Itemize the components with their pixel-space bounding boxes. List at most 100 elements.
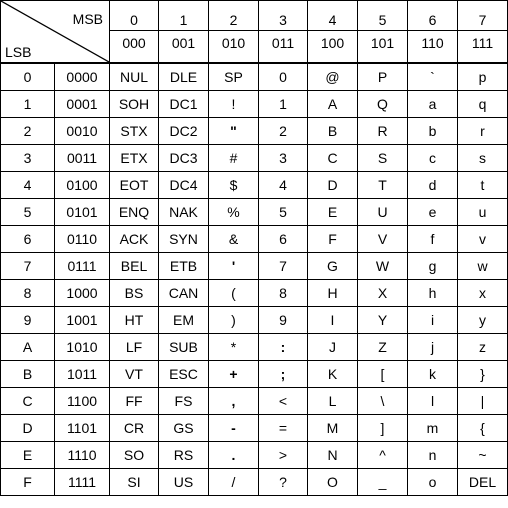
char-cell: R [357,117,408,145]
char-cell: = [258,414,308,442]
char-cell: STX [109,117,159,145]
char-cell: 8 [258,279,308,307]
row-header-bin: 0111 [54,252,110,280]
char-cell: " [208,117,259,145]
char-cell: L [307,387,358,415]
char-cell: 5 [258,198,308,226]
char-cell: ' [208,252,259,280]
char-cell: US [158,468,209,496]
row-header-bin: 1101 [54,414,110,442]
char-cell: 2 [258,117,308,145]
char-cell: ; [258,360,308,388]
column-header-bin: 001 [158,30,209,64]
char-cell: GS [158,414,209,442]
char-cell: 7 [258,252,308,280]
column-header-bin: 010 [208,30,259,64]
char-cell: DC3 [158,144,209,172]
char-cell: DC1 [158,90,209,118]
row-header-bin: 1000 [54,279,110,307]
char-cell: NAK [158,198,209,226]
row-header-hex: 7 [0,252,55,280]
table-row: C 1100 FF FS, < L \ l | [0,387,508,415]
char-cell: g [407,252,458,280]
row-header-hex: 1 [0,90,55,118]
char-cell: \ [357,387,408,415]
char-cell: < [258,387,308,415]
char-cell: a [407,90,458,118]
column-header-hex: 0 [109,0,159,31]
char-cell: ? [258,468,308,496]
char-cell: > [258,441,308,469]
char-cell: DC4 [158,171,209,199]
char-cell: . [208,441,259,469]
char-cell: e [407,198,458,226]
char-cell: S [357,144,408,172]
char-cell: LF [109,333,159,361]
char-cell: + [208,360,259,388]
char-cell: z [457,333,508,361]
column-header-bin: 011 [258,30,308,64]
row-header-bin: 1001 [54,306,110,334]
row-header-hex: A [0,333,55,361]
column-header-bin: 000 [109,30,159,64]
char-cell: k [407,360,458,388]
char-cell: O [307,468,358,496]
char-cell: I [307,306,358,334]
char-cell: M [307,414,358,442]
row-header-hex: 9 [0,306,55,334]
ascii-table: MSB LSB 01234567 000 001 010 011 100 101 110 11… [0,0,508,496]
char-cell: J [307,333,358,361]
char-cell: 1 [258,90,308,118]
char-cell: N [307,441,358,469]
table-row: E 1110 SO RS. > N ^ n ~ [0,441,508,469]
row-header-bin: 1111 [54,468,110,496]
char-cell: DEL [457,468,508,496]
row-header-hex: B [0,360,55,388]
row-header-bin: 0001 [54,90,110,118]
char-cell: 6 [258,225,308,253]
table-row: 1 0001 SOH DC1! 1 A Qa q [0,90,508,118]
header-row-hex: MSB LSB 01234567 [0,0,508,64]
char-cell: / [208,468,259,496]
char-cell: u [457,198,508,226]
char-cell: ESC [158,360,209,388]
char-cell: Y [357,306,408,334]
row-header-bin: 0011 [54,144,110,172]
char-cell: y [457,306,508,334]
char-cell: m [407,414,458,442]
char-cell: E [307,198,358,226]
char-cell: CAN [158,279,209,307]
row-header-bin: 0000 [54,62,110,91]
column-header-hex: 6 [407,0,458,31]
table-row: 4 0100 EOT DC4 $4 D Td t [0,171,508,199]
char-cell: ` [407,62,458,91]
char-cell: ETB [158,252,209,280]
char-cell: BEL [109,252,159,280]
char-cell: A [307,90,358,118]
row-header-bin: 1010 [54,333,110,361]
char-cell: 3 [258,144,308,172]
corner-cell: MSB LSB [0,0,110,64]
char-cell: o [407,468,458,496]
table-row: 0 0000 NUL DLE SP 0 @ P ` p [0,62,508,91]
char-cell: % [208,198,259,226]
row-header-hex: 3 [0,144,55,172]
row-header-bin: 0101 [54,198,110,226]
column-header-hex: 1 [158,0,209,31]
row-header-hex: F [0,468,55,496]
char-cell: W [357,252,408,280]
row-header-hex: 4 [0,171,55,199]
column-header-bin: 111 [457,30,508,64]
char-cell: U [357,198,408,226]
char-cell: ENQ [109,198,159,226]
char-cell: s [457,144,508,172]
char-cell: SYN [158,225,209,253]
char-cell: BS [109,279,159,307]
char-cell: K [307,360,358,388]
char-cell: d [407,171,458,199]
char-cell: - [208,414,259,442]
lsb-label: LSB [5,44,32,60]
char-cell: b [407,117,458,145]
char-cell: { [457,414,508,442]
char-cell: SO [109,441,159,469]
